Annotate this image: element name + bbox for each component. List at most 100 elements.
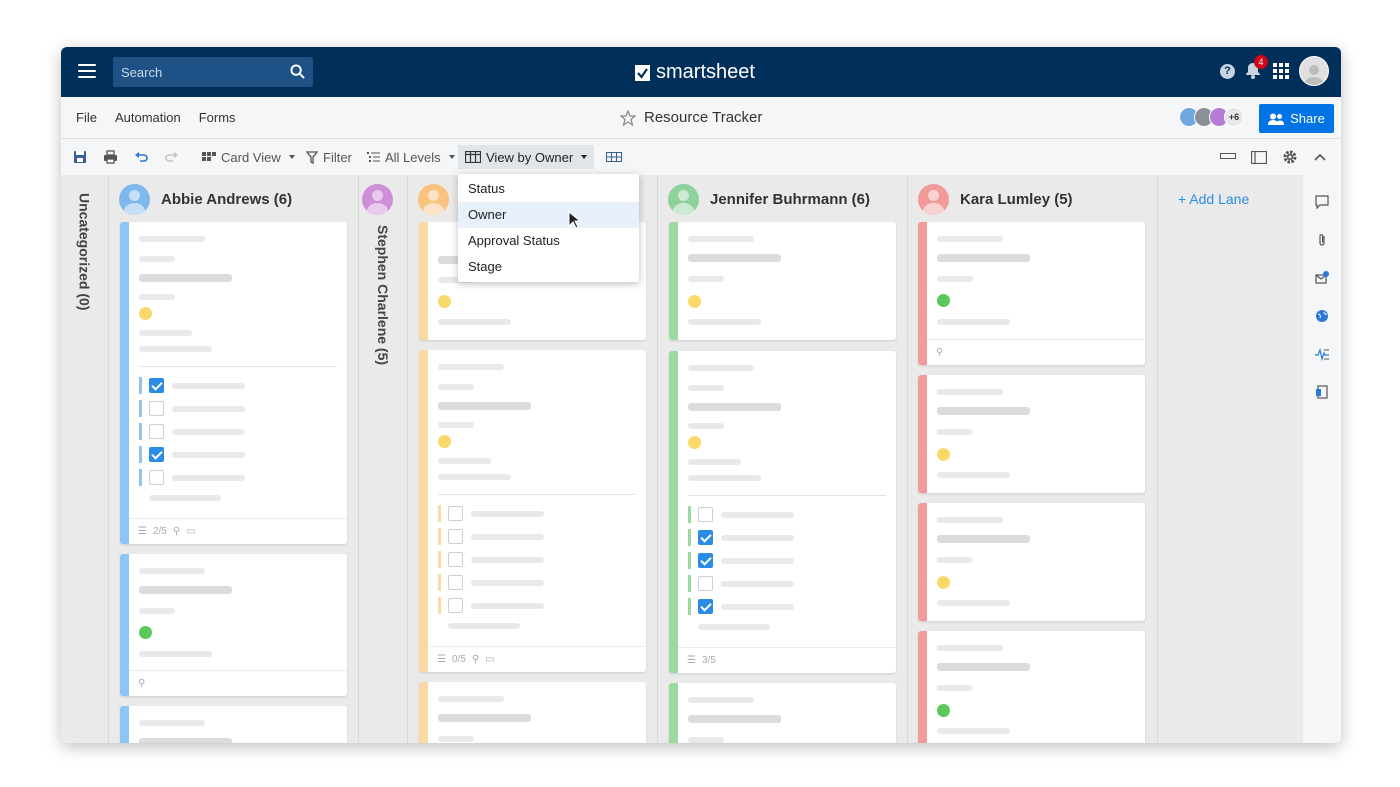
checklist-checkbox[interactable] xyxy=(698,553,713,568)
view-by-option-stage[interactable]: Stage xyxy=(458,254,639,280)
checklist-checkbox[interactable] xyxy=(149,470,164,485)
comment-icon[interactable]: ▭ xyxy=(186,526,195,537)
undo-button[interactable] xyxy=(135,145,148,169)
checklist-checkbox[interactable] xyxy=(149,378,164,393)
print-button[interactable] xyxy=(103,145,118,169)
summary-icon[interactable] xyxy=(1315,385,1329,399)
checklist-checkbox[interactable] xyxy=(698,507,713,522)
attachments-icon[interactable] xyxy=(1315,233,1329,247)
placeholder-text xyxy=(937,685,973,691)
toolbar: Card View Filter All Levels View by Owne… xyxy=(61,139,1341,175)
view-by-option-approval-status[interactable]: Approval Status xyxy=(458,228,639,254)
checklist-checkbox[interactable] xyxy=(149,447,164,462)
card[interactable] xyxy=(669,683,896,743)
card-layout-button[interactable] xyxy=(606,145,622,169)
card[interactable] xyxy=(419,682,646,743)
collaborator-avatars[interactable]: +6 xyxy=(1179,107,1244,127)
checklist-checkbox[interactable] xyxy=(149,424,164,439)
checklist-checkbox[interactable] xyxy=(448,598,463,613)
placeholder-text xyxy=(937,319,1010,325)
checklist-checkbox[interactable] xyxy=(448,575,463,590)
checklist-checkbox[interactable] xyxy=(448,506,463,521)
lanes-icon xyxy=(465,151,481,163)
share-button[interactable]: Share xyxy=(1259,104,1334,133)
view-by-menu: Status Owner Approval Status Stage xyxy=(458,174,639,282)
lane-uncategorized[interactable]: Uncategorized (0) xyxy=(61,175,109,743)
notifications-button[interactable]: 4 xyxy=(1245,55,1268,80)
placeholder-text xyxy=(172,429,245,435)
placeholder-text xyxy=(438,474,511,480)
checklist-marker xyxy=(688,506,691,523)
save-button[interactable] xyxy=(73,145,87,169)
detail-panel-button[interactable] xyxy=(1251,145,1267,169)
settings-button[interactable] xyxy=(1282,145,1298,169)
menu-automation[interactable]: Automation xyxy=(115,110,181,125)
card[interactable]: ☰ 2/5 ⚲ ▭ xyxy=(120,222,347,544)
search-box[interactable] xyxy=(113,57,313,87)
card[interactable] xyxy=(918,631,1145,743)
checklist-icon: ☰ xyxy=(687,655,696,666)
attachment-icon[interactable]: ⚲ xyxy=(936,347,943,358)
checklist-checkbox[interactable] xyxy=(698,530,713,545)
collapse-toolbar-button[interactable] xyxy=(1314,145,1326,169)
view-by-option-owner[interactable]: Owner xyxy=(458,202,639,228)
help-icon[interactable]: ? xyxy=(1220,63,1235,79)
card[interactable]: ☰ 0/5 ⚲ ▭ xyxy=(419,350,646,672)
card[interactable]: ⚲ xyxy=(120,554,347,696)
placeholder-text xyxy=(721,512,794,518)
checklist-checkbox[interactable] xyxy=(698,576,713,591)
lane-jennifer-buhrmann[interactable]: Jennifer Buhrmann (6) ☰ 3/5 xyxy=(658,175,908,743)
checklist-checkbox[interactable] xyxy=(448,529,463,544)
comment-icon[interactable]: ▭ xyxy=(485,654,494,665)
undo-icon xyxy=(135,152,148,162)
levels-dropdown[interactable]: All Levels xyxy=(367,145,455,169)
filter-button[interactable]: Filter xyxy=(306,145,352,169)
card[interactable]: ⚲ xyxy=(918,222,1145,365)
view-by-option-status[interactable]: Status xyxy=(458,176,639,202)
placeholder-text xyxy=(688,715,781,723)
menu-forms[interactable]: Forms xyxy=(199,110,236,125)
search-icon[interactable] xyxy=(290,64,305,79)
update-requests-icon[interactable] xyxy=(1315,271,1329,285)
menu-file[interactable]: File xyxy=(76,110,97,125)
hamburger-menu-icon[interactable] xyxy=(78,64,96,78)
search-input[interactable] xyxy=(113,57,283,87)
placeholder-text xyxy=(937,254,1030,262)
checklist-marker xyxy=(139,423,142,440)
print-icon xyxy=(104,150,117,164)
compact-view-button[interactable] xyxy=(1220,145,1236,169)
attachment-icon[interactable]: ⚲ xyxy=(472,654,479,665)
top-bar-actions: ? 4 xyxy=(1220,55,1329,86)
card[interactable] xyxy=(120,706,347,743)
card[interactable] xyxy=(918,503,1145,621)
checklist-checkbox[interactable] xyxy=(149,401,164,416)
card[interactable]: ☰ 3/5 xyxy=(669,351,896,673)
publish-globe-icon[interactable] xyxy=(1315,309,1329,323)
card-footer: ☰ 0/5 ⚲ ▭ xyxy=(428,646,646,672)
activity-log-icon[interactable] xyxy=(1315,347,1329,361)
favorite-star-icon[interactable] xyxy=(620,109,636,126)
card-board: Uncategorized (0) Abbie Andrews (6) ☰ 2/… xyxy=(61,175,1303,743)
card[interactable] xyxy=(918,375,1145,493)
card-view-dropdown[interactable]: Card View xyxy=(202,145,295,169)
comments-icon[interactable] xyxy=(1315,195,1329,209)
checklist-checkbox[interactable] xyxy=(448,552,463,567)
checklist-checkbox[interactable] xyxy=(698,599,713,614)
user-avatar[interactable] xyxy=(1299,56,1329,86)
lane-kara-lumley[interactable]: Kara Lumley (5) ⚲ xyxy=(908,175,1158,743)
save-icon xyxy=(74,151,86,163)
placeholder-text xyxy=(139,294,175,300)
lane-stephen-charlene[interactable]: Stephen Charlene (5) xyxy=(359,175,408,743)
checklist-icon: ☰ xyxy=(437,654,446,665)
attachment-icon[interactable]: ⚲ xyxy=(138,678,145,689)
card-view-icon xyxy=(202,152,216,161)
redo-button[interactable] xyxy=(165,145,178,169)
card[interactable] xyxy=(669,222,896,340)
lane-abbie-andrews[interactable]: Abbie Andrews (6) ☰ 2/5 ⚲ ▭ ⚲ xyxy=(109,175,359,743)
add-lane-button[interactable]: + Add Lane xyxy=(1178,191,1249,207)
placeholder-text xyxy=(688,236,754,242)
view-by-dropdown[interactable]: View by Owner xyxy=(458,145,595,169)
attachment-icon[interactable]: ⚲ xyxy=(173,526,180,537)
app-launcher-icon[interactable] xyxy=(1273,63,1289,79)
status-dot xyxy=(438,295,451,308)
